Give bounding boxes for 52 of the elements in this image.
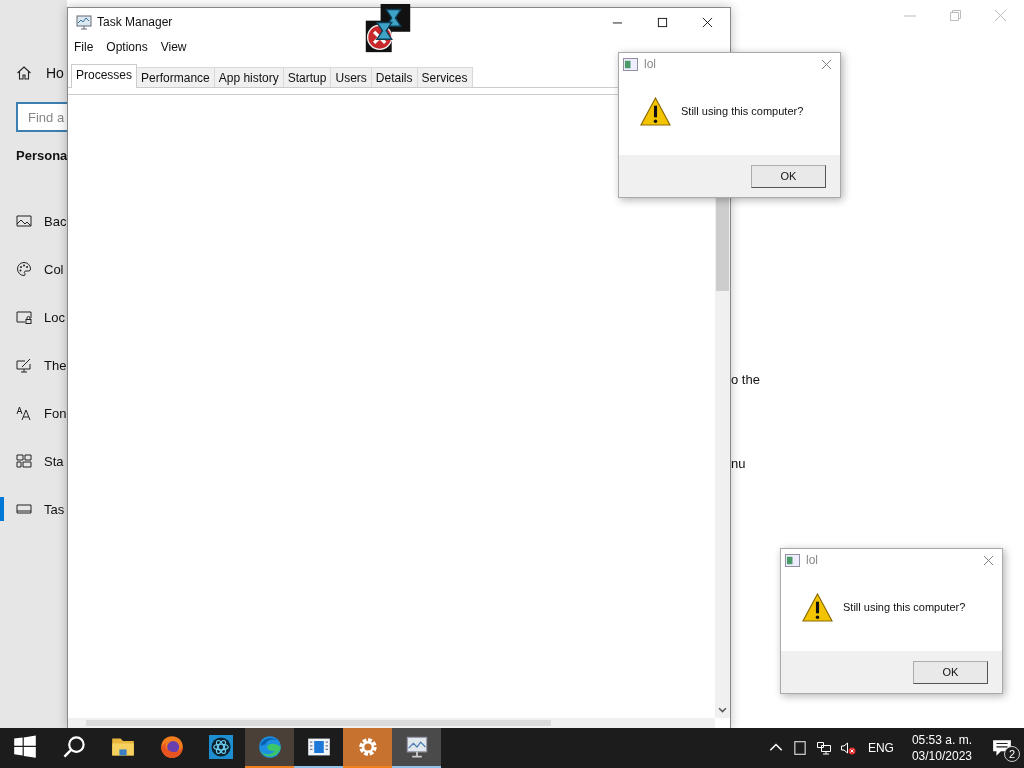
nav-item[interactable]: Bac (0, 197, 67, 245)
tab[interactable]: Users (330, 67, 372, 88)
warning-icon (640, 96, 671, 126)
selection-indicator (0, 497, 4, 521)
nav-item[interactable]: Loc (0, 293, 67, 341)
ok-button[interactable]: OK (913, 660, 988, 684)
home-link[interactable]: Ho (16, 65, 67, 81)
browser-globe-icon (159, 735, 184, 759)
date-text: 03/10/2023 (911, 748, 972, 764)
fonts-icon (16, 405, 32, 421)
menu-item[interactable]: View (160, 40, 187, 58)
body-text: o the (731, 372, 760, 387)
dialog-title: lol (644, 57, 656, 71)
clock[interactable]: 05:53 a. m. 03/10/2023 (911, 728, 972, 768)
app-window-icon (623, 57, 638, 71)
dialog-message: Still using this computer? (681, 105, 804, 117)
section-heading: Persona (16, 148, 67, 163)
home-icon (16, 65, 32, 81)
nav-item[interactable]: The (0, 341, 67, 389)
notification-count: 2 (1004, 746, 1020, 762)
brush-monitor-icon (16, 357, 32, 373)
window-title: Task Manager (97, 15, 173, 29)
dialog-message: Still using this computer? (843, 601, 966, 613)
taskbar-icon (16, 501, 32, 517)
scroll-down-icon[interactable] (718, 707, 727, 714)
nav-item[interactable]: Sta (0, 437, 67, 485)
palette-icon (16, 261, 32, 277)
monitor-chart-icon (76, 14, 92, 30)
search-icon (61, 735, 86, 759)
body-text: nu (731, 456, 746, 471)
browser-wave-icon (257, 735, 282, 759)
nav-item[interactable]: Col (0, 245, 67, 293)
taskbar-button[interactable] (392, 728, 441, 768)
tab[interactable]: Processes (71, 64, 138, 88)
ok-button[interactable]: OK (751, 164, 826, 188)
time-text: 05:53 a. m. (911, 732, 972, 748)
windows-logo-icon (12, 735, 37, 759)
nav-item[interactable]: Tas (0, 485, 67, 533)
warning-icon (802, 592, 833, 622)
language-indicator[interactable]: ENG (867, 741, 894, 755)
monitor-chart-icon (404, 735, 429, 759)
menu-item[interactable]: Options (106, 40, 148, 58)
horizontal-scrollbar[interactable] (68, 718, 715, 728)
lock-screen-icon (16, 309, 32, 325)
nav-item[interactable]: Fon (0, 389, 67, 437)
tiles-icon (16, 453, 32, 469)
menu-item[interactable]: File (74, 40, 94, 58)
app-window-icon (785, 553, 800, 567)
picture-icon (16, 213, 32, 229)
search-field[interactable]: Find a (16, 102, 67, 132)
atom-icon (208, 735, 233, 759)
dialog-title: lol (806, 553, 818, 567)
